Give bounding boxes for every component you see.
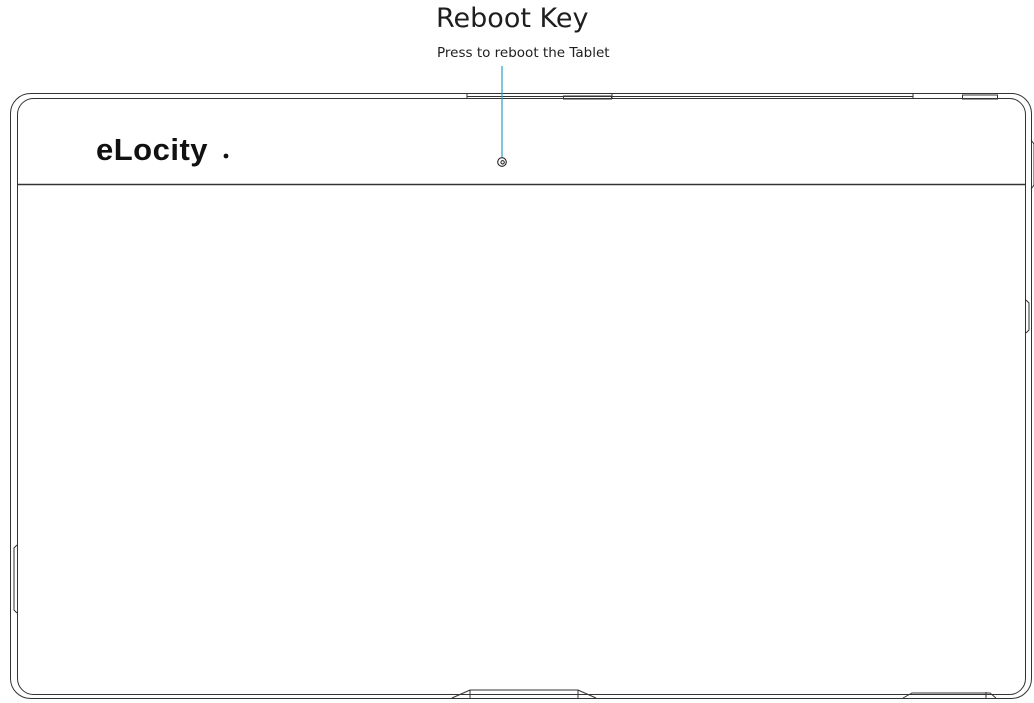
tablet-inner-edge xyxy=(17,98,1026,695)
brand-logo: eLocity xyxy=(96,132,209,167)
reboot-pinhole-inner xyxy=(500,160,505,165)
side-ridge-right xyxy=(1025,299,1030,334)
top-button xyxy=(563,95,612,100)
tablet-diagram xyxy=(10,66,1034,699)
logo-dot xyxy=(223,153,229,159)
callout-title: Reboot Key xyxy=(436,3,589,34)
callout-description: Press to reboot the Tablet xyxy=(437,45,610,61)
side-ridge-left xyxy=(13,544,18,614)
